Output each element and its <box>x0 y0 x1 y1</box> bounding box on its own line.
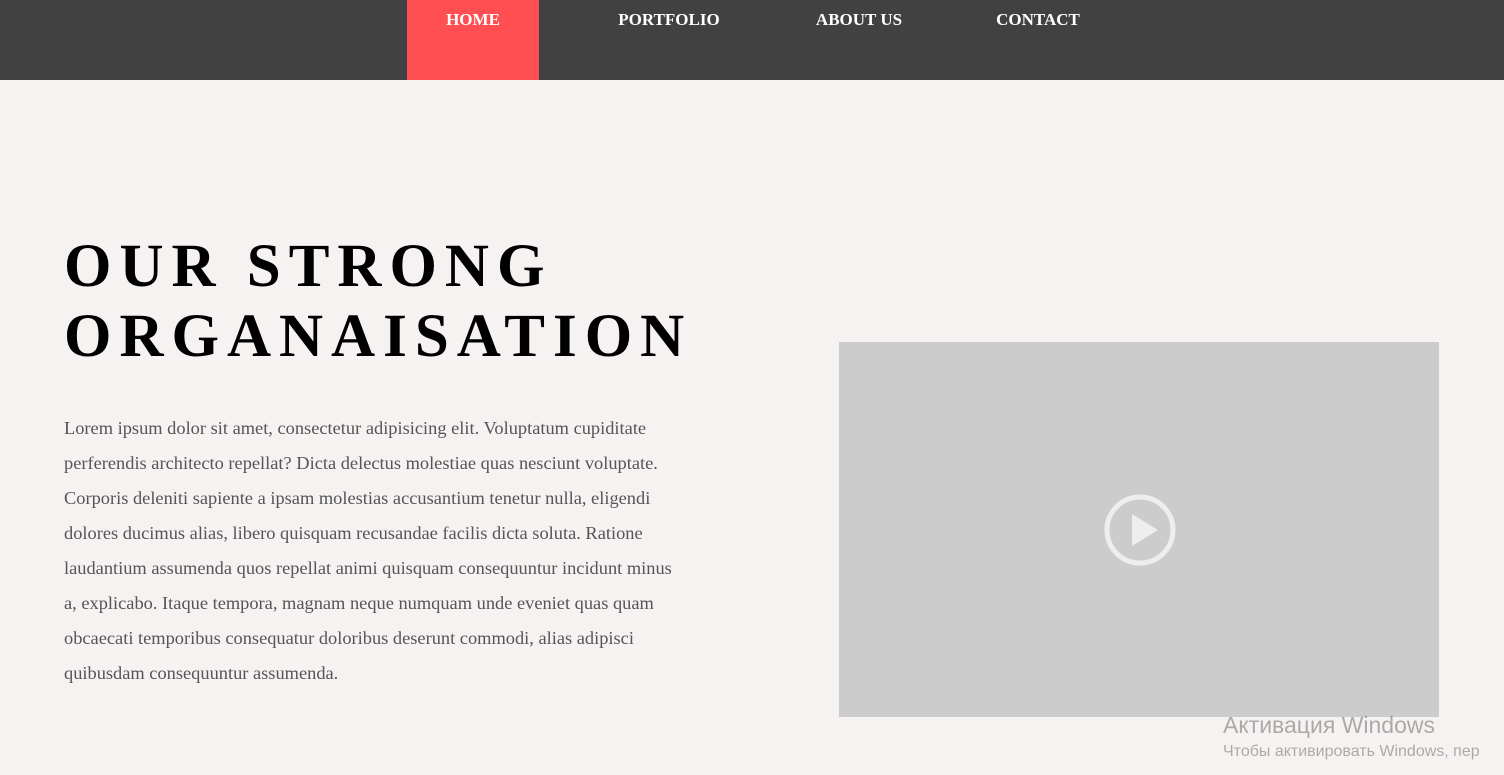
video-player[interactable] <box>839 342 1439 717</box>
watermark-subtitle: Чтобы активировать Windows, пер <box>1223 743 1480 760</box>
nav-about-us-link[interactable]: ABOUT US <box>798 0 920 80</box>
nav-home-link[interactable]: HOME <box>407 0 539 80</box>
hero-paragraph: Lorem ipsum dolor sit amet, consectetur … <box>64 418 672 683</box>
hero-title-line-1: OUR STRONG <box>64 233 553 300</box>
play-icon[interactable] <box>1101 493 1179 567</box>
hero-title: OUR STRONG ORGANAISATION <box>64 232 764 372</box>
nav-contact-link[interactable]: CONTACT <box>980 0 1096 80</box>
top-navigation-bar: HOME PORTFOLIO ABOUT US CONTACT <box>0 0 1504 80</box>
windows-activation-watermark: Активация Windows Чтобы активировать Win… <box>1223 709 1504 775</box>
nav-portfolio-link[interactable]: PORTFOLIO <box>600 0 738 80</box>
hero-title-line-2: ORGANAISATION <box>64 303 693 370</box>
